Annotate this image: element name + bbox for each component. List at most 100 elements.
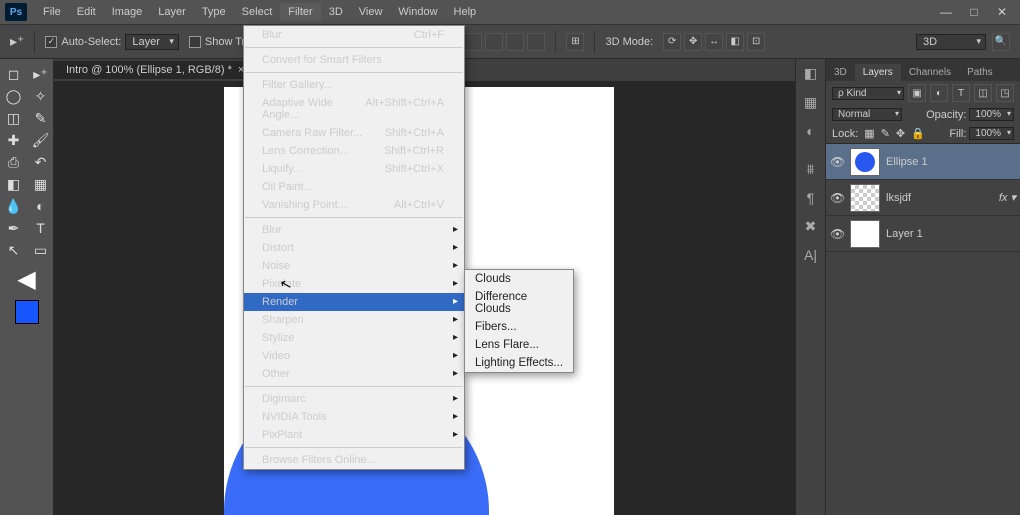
dodge-tool-icon[interactable]: ◐ [27,195,54,217]
heal-tool-icon[interactable]: ✚ [0,129,27,151]
menu-item-lens-correction-[interactable]: Lens Correction...Shift+Ctrl+R [244,142,464,160]
distribute-btn[interactable] [485,33,503,51]
visibility-icon[interactable]: 👁 [830,227,844,241]
layer-row[interactable]: 👁Ellipse 1 [826,144,1020,180]
adjust-panel-icon[interactable]: ◐ [806,123,814,139]
menu-item-blur[interactable]: BlurCtrl+F [244,26,464,44]
layer-row[interactable]: 👁Layer 1 [826,216,1020,252]
distribute-btn[interactable] [506,33,524,51]
menu-select[interactable]: Select [234,3,281,21]
filter-smart-icon[interactable]: ◳ [996,84,1014,102]
submenu-item-clouds[interactable]: Clouds [465,270,573,288]
submenu-item-lighting-effects-[interactable]: Lighting Effects... [465,354,573,372]
document-tab[interactable]: Intro @ 100% (Ellipse 1, RGB/8) * × [54,61,256,79]
paragraph-panel-icon[interactable]: ¶ [807,190,815,206]
stamp-tool-icon[interactable]: ⎙ [0,151,27,173]
distribute-btn[interactable] [464,33,482,51]
auto-select-target-dropdown[interactable]: Layer [125,34,179,50]
3d-btn[interactable]: ↔ [705,33,723,51]
eyedropper-tool-icon[interactable]: ✎ [27,107,54,129]
distribute-btn[interactable] [527,33,545,51]
wand-tool-icon[interactable]: ✧ [27,85,54,107]
filter-adjust-icon[interactable]: ◐ [930,84,948,102]
menu-item-noise[interactable]: Noise [244,257,464,275]
3d-btn[interactable]: ⊡ [747,33,765,51]
move-tool-icon[interactable]: ▸⁺ [27,63,54,85]
menu-item-distort[interactable]: Distort [244,239,464,257]
blend-mode-dropdown[interactable]: Normal [832,108,902,121]
crop-tool-icon[interactable]: ◫ [0,107,27,129]
lock-pixels-icon[interactable]: ▦ [864,127,874,140]
lock-position-icon[interactable]: ✥ [896,127,905,140]
menu-item-filter-gallery-[interactable]: Filter Gallery... [244,76,464,94]
minimize-button[interactable]: — [933,4,959,20]
menu-type[interactable]: Type [194,3,234,21]
menu-window[interactable]: Window [390,3,445,21]
3d-btn[interactable]: ⟳ [663,33,681,51]
shape-tool-icon[interactable]: ▭ [27,239,54,261]
styles-panel-icon[interactable]: ⩩ [807,161,814,178]
filter-shape-icon[interactable]: ◫ [974,84,992,102]
submenu-item-difference-clouds[interactable]: Difference Clouds [465,288,573,318]
color-panel-icon[interactable]: ◧ [804,65,817,82]
menu-item-render[interactable]: Render [244,293,464,311]
menu-item-vanishing-point-[interactable]: Vanishing Point...Alt+Ctrl+V [244,196,464,214]
brush-tool-icon[interactable]: 🖌 [27,129,54,151]
menu-help[interactable]: Help [446,3,485,21]
character-panel-icon[interactable]: ✖ [805,218,817,235]
filter-type-icon[interactable]: T [952,84,970,102]
layer-filter-kind[interactable]: ρ Kind [832,87,904,100]
pen-tool-icon[interactable]: ✒ [0,217,27,239]
visibility-icon[interactable]: 👁 [830,191,844,205]
menu-view[interactable]: View [351,3,391,21]
visibility-icon[interactable]: 👁 [830,155,844,169]
eraser-tool-icon[interactable]: ◧ [0,173,27,195]
menu-item-liquify-[interactable]: Liquify...Shift+Ctrl+X [244,160,464,178]
menu-item-convert-for-smart-filters[interactable]: Convert for Smart Filters [244,51,464,69]
gradient-tool-icon[interactable]: ▦ [27,173,54,195]
menu-item-oil-paint-[interactable]: Oil Paint... [244,178,464,196]
menu-item-blur[interactable]: Blur [244,221,464,239]
panel-tab-layers[interactable]: Layers [855,64,901,81]
swatches-panel-icon[interactable]: ▦ [804,94,817,111]
menu-item-nvidia-tools[interactable]: NVIDIA Tools [244,408,464,426]
type-panel-icon[interactable]: A| [804,247,817,263]
menu-3d[interactable]: 3D [321,3,351,21]
fill-value[interactable]: 100% [969,127,1014,140]
close-button[interactable]: ✕ [989,4,1015,20]
history-brush-icon[interactable]: ↶ [27,151,54,173]
menu-file[interactable]: File [35,3,69,21]
menu-edit[interactable]: Edit [69,3,104,21]
maximize-button[interactable]: □ [961,4,987,20]
panel-tab-channels[interactable]: Channels [901,64,959,81]
blur-tool-icon[interactable]: 💧 [0,195,27,217]
menu-item-digimarc[interactable]: Digimarc [244,390,464,408]
menu-image[interactable]: Image [104,3,151,21]
submenu-item-lens-flare-[interactable]: Lens Flare... [465,336,573,354]
filter-pixel-icon[interactable]: ▣ [908,84,926,102]
menu-item-other[interactable]: Other [244,365,464,383]
submenu-item-fibers-[interactable]: Fibers... [465,318,573,336]
lock-brush-icon[interactable]: ✎ [881,127,890,140]
lasso-tool-icon[interactable]: ◯ [0,85,27,107]
menu-item-stylize[interactable]: Stylize [244,329,464,347]
auto-select-checkbox[interactable]: ✓ [45,36,57,48]
search-icon[interactable]: 🔍 [992,33,1010,51]
menu-item-sharpen[interactable]: Sharpen [244,311,464,329]
workspace-dropdown[interactable]: 3D [916,34,986,50]
menu-item-adaptive-wide-angle-[interactable]: Adaptive Wide Angle...Alt+Shift+Ctrl+A [244,94,464,124]
layer-fx-icon[interactable]: fx ▾ [999,191,1016,204]
marquee-tool-icon[interactable]: ◻ [0,63,27,85]
auto-align-btn[interactable]: ⊞ [566,33,584,51]
menu-filter[interactable]: Filter [280,3,320,21]
lock-all-icon[interactable]: 🔒 [911,127,925,140]
panel-tab-3d[interactable]: 3D [826,64,855,81]
opacity-value[interactable]: 100% [969,108,1014,121]
3d-btn[interactable]: ✥ [684,33,702,51]
show-transform-checkbox[interactable] [189,36,201,48]
menu-item-video[interactable]: Video [244,347,464,365]
menu-item-camera-raw-filter-[interactable]: Camera Raw Filter...Shift+Ctrl+A [244,124,464,142]
layer-row[interactable]: 👁lksjdffx ▾ [826,180,1020,216]
menu-item-browse-filters-online-[interactable]: Browse Filters Online... [244,451,464,469]
3d-btn[interactable]: ◧ [726,33,744,51]
